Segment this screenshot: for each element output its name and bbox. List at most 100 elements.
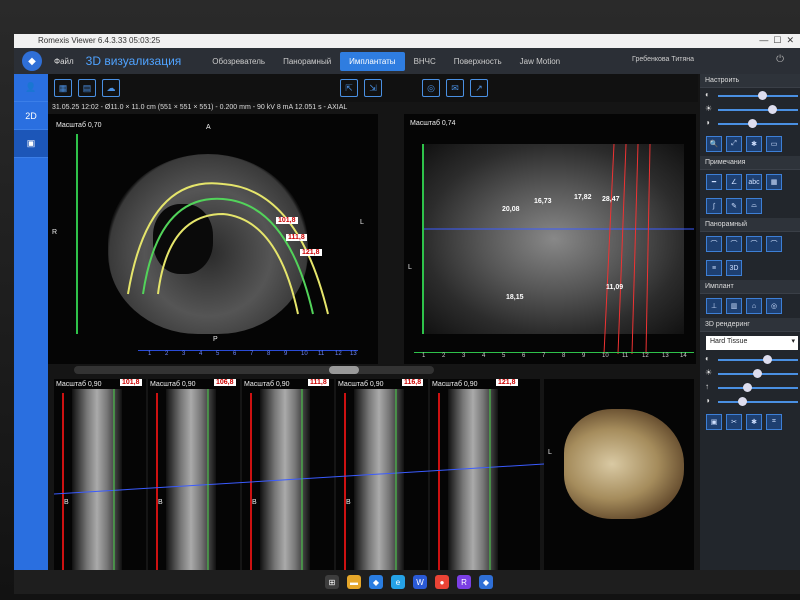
crop-icon[interactable]: ⌗ [766, 414, 782, 430]
sleeve-icon[interactable]: ◎ [766, 298, 782, 314]
pano-measure-2: 16,73 [534, 198, 552, 205]
folder-icon[interactable]: ▬ [347, 575, 361, 589]
share-icon[interactable]: ↗ [470, 79, 488, 97]
cut-icon[interactable]: ✂ [726, 414, 742, 430]
slice-icon[interactable]: ≡ [706, 260, 722, 276]
tab-jaw-motion[interactable]: Jaw Motion [511, 52, 569, 71]
filter-icon[interactable]: ✱ [746, 414, 762, 430]
image-icon[interactable]: ▣ [706, 414, 722, 430]
layout-icon[interactable]: ▦ [54, 79, 72, 97]
window-controls[interactable]: — ☐ ✕ [759, 35, 794, 46]
axial-measure-3: 121,8 [300, 249, 322, 256]
curve-remove-icon[interactable]: ⌒ [766, 236, 782, 252]
layout-alt-icon[interactable]: ▤ [78, 79, 96, 97]
curve-edit-icon[interactable]: ⌒ [726, 236, 742, 252]
tab-surface[interactable]: Поверхность [445, 52, 511, 71]
nerve-icon[interactable]: ∫ [706, 198, 722, 214]
pano-tick: 12 [642, 353, 649, 359]
contrast-slider[interactable]: ◐ [705, 90, 798, 102]
render-contrast-slider[interactable]: ◐ [705, 354, 798, 366]
user-icon[interactable]: 👤 [14, 74, 48, 102]
pano-measure-5: 18,15 [506, 294, 524, 301]
brightness-icon: ☀ [705, 104, 713, 113]
pano-tick: 7 [542, 353, 546, 359]
render-preset-select[interactable]: Hard Tissue ▾ [706, 336, 798, 350]
scan-info: 31.05.25 12:02 - Ø11.0 × 11.0 cm (551 × … [52, 104, 348, 111]
word-icon[interactable]: W [413, 575, 427, 589]
left-sidebar: 👤 2D ▣ [14, 74, 48, 594]
right-tools-panel: Настроить ◐ ☀ ◑ 🔍 ⤢ ✱ ▭ Примечания ━ ∠ a… [700, 74, 800, 594]
opacity-icon: ↑ [705, 382, 709, 391]
gamma-icon: ◑ [705, 118, 710, 127]
title-bar: Romexis Viewer 6.4.3.33 05:03:25 — ☐ ✕ [14, 34, 800, 48]
annotation-tools-row-2: ∫ ✎ ⌓ [700, 194, 800, 218]
export-alt-icon[interactable]: ⇲ [364, 79, 382, 97]
os-taskbar: ⊞ ▬ ◆ e W ● R ◆ [14, 570, 800, 594]
axial-tick: 10 [301, 351, 308, 357]
menu-file[interactable]: Файл [54, 57, 74, 66]
tab-implants[interactable]: Имплантаты [340, 51, 405, 71]
curve-add-icon[interactable]: ⌒ [746, 236, 762, 252]
brightness-slider[interactable]: ☀ [705, 104, 798, 116]
panoramic-viewport[interactable]: Масштаб 0,74 L 20,08 16,73 17,82 28,47 1… [404, 114, 696, 364]
cloud-icon[interactable]: ☁ [102, 79, 120, 97]
render-opacity-slider[interactable]: ↑ [705, 382, 798, 394]
render-threshold-slider[interactable]: ◑ [705, 396, 798, 408]
angle-icon[interactable]: ∠ [726, 174, 742, 190]
chat-icon[interactable]: ✉ [446, 79, 464, 97]
screen-icon[interactable]: ▭ [766, 136, 782, 152]
3d-orient: L [548, 449, 552, 456]
pano-tick: 14 [680, 353, 687, 359]
pano-measure-6: 11,09 [606, 284, 624, 291]
pen-icon[interactable]: ✎ [726, 198, 742, 214]
axial-measure-2: 111,8 [286, 234, 307, 241]
implant-library-icon[interactable]: ▥ [726, 298, 742, 314]
pano-tools-row: ⌒ ⌒ ⌒ ⌒ [700, 232, 800, 256]
pano-tools-row-2: ≡ 3D [700, 256, 800, 280]
app-icon[interactable]: R [457, 575, 471, 589]
pano-tick: 9 [582, 353, 586, 359]
axial-tick: 8 [267, 351, 271, 357]
curve-icon[interactable]: ⌒ [706, 236, 722, 252]
dental-arch-curve [127, 182, 329, 315]
gamma-slider[interactable]: ◑ [705, 118, 798, 130]
power-icon[interactable]: ⏻ [776, 54, 784, 65]
settings-header: Настроить [700, 74, 800, 88]
slice-scroll-thumb[interactable] [329, 366, 359, 374]
edge-icon[interactable]: e [391, 575, 405, 589]
store-icon[interactable]: ◆ [369, 575, 383, 589]
filter-icon[interactable]: ✱ [746, 136, 762, 152]
text-icon[interactable]: abc [746, 174, 762, 190]
start-icon[interactable]: ⊞ [325, 575, 339, 589]
render-brightness-slider[interactable]: ☀ [705, 368, 798, 380]
implant-icon[interactable]: ⊥ [706, 298, 722, 314]
tab-browser[interactable]: Обозреватель [203, 52, 274, 71]
pano-overlay [424, 143, 694, 355]
pano-tick: 2 [442, 353, 446, 359]
focus-icon[interactable]: ◎ [422, 79, 440, 97]
tooth-icon[interactable]: ⌓ [746, 198, 762, 214]
app-screen: Romexis Viewer 6.4.3.33 05:03:25 — ☐ ✕ ◆… [14, 34, 800, 594]
tab-panoramic[interactable]: Панорамный [274, 52, 340, 71]
area-icon[interactable]: ▦ [766, 174, 782, 190]
pano-3d-button[interactable]: 3D [726, 260, 742, 276]
axial-viewport[interactable]: Масштаб 0,70 A R L P 101,8 111,8 121,8 1… [48, 114, 378, 364]
user-name: Гребенкова Титяна [632, 56, 694, 63]
romexis-icon[interactable]: ◆ [479, 575, 493, 589]
annotations-header: Примечания [700, 156, 800, 170]
crown-icon[interactable]: ⌂ [746, 298, 762, 314]
slice-scrollbar[interactable] [74, 366, 434, 374]
fit-icon[interactable]: ⤢ [726, 136, 742, 152]
3d-cube-icon[interactable]: ▣ [14, 130, 48, 158]
ruler-icon[interactable]: ━ [706, 174, 722, 190]
axial-tick: 6 [233, 351, 237, 357]
axial-tick: 11 [318, 351, 325, 357]
tab-tmj[interactable]: ВНЧС [405, 52, 445, 71]
view-toolbar: ▦ ▤ ☁ ⇱ ⇲ ◎ ✉ ↗ [48, 74, 698, 102]
pano-tick: 4 [482, 353, 486, 359]
2d-view-button[interactable]: 2D [14, 102, 48, 130]
export-icon[interactable]: ⇱ [340, 79, 358, 97]
chrome-icon[interactable]: ● [435, 575, 449, 589]
3d-render-viewport[interactable]: L [544, 379, 694, 589]
zoom-icon[interactable]: 🔍 [706, 136, 722, 152]
